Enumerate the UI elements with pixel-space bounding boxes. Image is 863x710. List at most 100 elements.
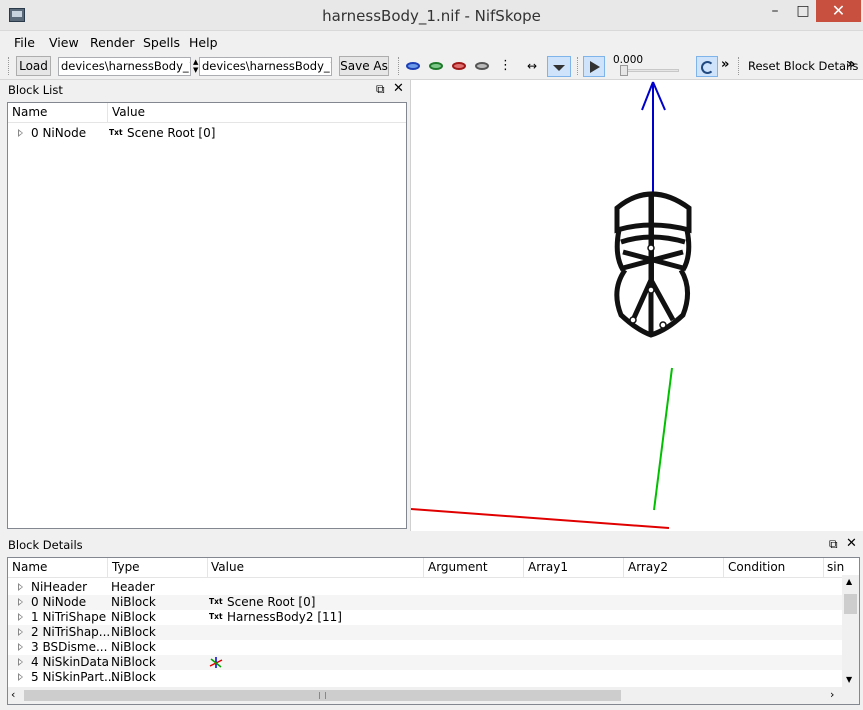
column-header[interactable]: Argument xyxy=(428,560,488,574)
view-blue-eye-icon[interactable] xyxy=(406,62,420,70)
close-panel-icon[interactable]: ✕ xyxy=(393,81,404,96)
toolbar: Load devices\harnessBody_1.nif ▲▼ device… xyxy=(0,53,863,80)
harness-model xyxy=(614,191,692,338)
close-panel-icon[interactable]: ✕ xyxy=(846,536,857,551)
menu-help[interactable]: Help xyxy=(189,35,218,50)
walk-icon[interactable]: ⋮ xyxy=(499,58,517,74)
block-list-tree[interactable]: Name Value 0 NiNode Txt Scene Root [0] xyxy=(7,102,407,529)
menu-bar: File View Render Spells Help xyxy=(0,32,863,52)
column-header[interactable]: Type xyxy=(112,560,140,574)
scroll-left-icon[interactable]: ‹ xyxy=(11,688,15,701)
expand-arrow-icon[interactable] xyxy=(18,129,23,137)
txt-tag-icon: Txt xyxy=(209,597,223,606)
save-path-field[interactable]: devices\harnessBody_1.nif xyxy=(199,57,332,76)
block-list-title: Block List xyxy=(8,83,63,97)
tree-row[interactable]: 0 NiNode Txt Scene Root [0] xyxy=(8,126,406,141)
expand-arrow-icon[interactable] xyxy=(18,598,23,606)
x-axis xyxy=(410,508,670,529)
menu-view[interactable]: View xyxy=(49,35,79,50)
axes-icon xyxy=(209,657,223,668)
row-name: 0 NiNode xyxy=(31,595,87,609)
dropdown-icon[interactable] xyxy=(547,56,571,77)
row-value: Scene Root [0] xyxy=(227,595,316,609)
menu-file[interactable]: File xyxy=(14,35,35,50)
time-value: 0.000 xyxy=(613,54,644,66)
block-details-tree[interactable]: Name Type Value Argument Array1 Array2 C… xyxy=(7,557,860,705)
table-row[interactable]: 3 BSDisme... NiBlock xyxy=(8,640,842,655)
menu-spells[interactable]: Spells xyxy=(143,35,180,50)
column-header[interactable]: Condition xyxy=(728,560,785,574)
view-gray-eye-icon[interactable] xyxy=(475,62,489,70)
column-header[interactable]: Value xyxy=(112,105,145,119)
table-row[interactable]: 2 NiTriShap... NiBlock xyxy=(8,625,842,640)
y-axis xyxy=(653,367,673,511)
undock-icon[interactable]: ⧉ xyxy=(376,82,385,97)
table-row[interactable]: 4 NiSkinData NiBlock xyxy=(8,655,842,670)
vertical-scrollbar[interactable]: ▲ ▼ xyxy=(842,575,859,687)
animation-slider-handle[interactable] xyxy=(620,65,628,76)
column-header[interactable]: Value xyxy=(211,560,244,574)
row-type: NiBlock xyxy=(111,610,156,624)
horizontal-scroll-thumb[interactable] xyxy=(24,690,621,701)
toolbar-grip[interactable] xyxy=(398,57,401,75)
window-title: harnessBody_1.nif - NifSkope xyxy=(322,7,541,25)
view-red-eye-icon[interactable] xyxy=(452,62,466,70)
table-row[interactable]: 1 NiTriShape NiBlock Txt HarnessBody2 [1… xyxy=(8,610,842,625)
block-details-title: Block Details xyxy=(8,538,83,552)
toolbar-grip[interactable] xyxy=(8,57,11,75)
minimize-button[interactable]: – xyxy=(762,0,788,22)
expand-arrow-icon[interactable] xyxy=(18,643,23,651)
expand-arrow-icon[interactable] xyxy=(18,583,23,591)
column-header[interactable]: Array1 xyxy=(528,560,568,574)
vertical-scroll-thumb[interactable] xyxy=(844,594,857,614)
column-header[interactable]: sin xyxy=(827,560,844,574)
toolbar-overflow-icon[interactable]: » xyxy=(847,57,855,72)
animation-slider[interactable] xyxy=(621,69,679,72)
expand-arrow-icon[interactable] xyxy=(18,628,23,636)
row-type: NiBlock xyxy=(111,625,156,639)
table-row[interactable]: 0 NiNode NiBlock Txt Scene Root [0] xyxy=(8,595,842,610)
toolbar-grip[interactable] xyxy=(577,57,580,75)
scroll-down-icon[interactable]: ▼ xyxy=(846,675,852,684)
scroll-up-icon[interactable]: ▲ xyxy=(846,577,852,586)
scene-canvas xyxy=(410,81,692,529)
expand-arrow-icon[interactable] xyxy=(18,673,23,681)
row-type: Header xyxy=(111,580,155,594)
horizontal-scrollbar[interactable]: ‹ › xyxy=(8,687,859,704)
row-name: 5 NiSkinPart... xyxy=(31,670,116,684)
save-as-button[interactable]: Save As xyxy=(339,56,389,76)
view-green-eye-icon[interactable] xyxy=(429,62,443,70)
row-name: NiHeader xyxy=(31,580,88,594)
menu-render[interactable]: Render xyxy=(90,35,135,50)
row-name: 2 NiTriShap... xyxy=(31,625,111,639)
z-axis-arrowhead xyxy=(641,81,654,111)
play-icon[interactable] xyxy=(583,56,605,77)
table-row[interactable]: 5 NiSkinPart... NiBlock xyxy=(8,670,842,685)
load-path-field[interactable]: devices\harnessBody_1.nif xyxy=(58,57,191,76)
load-button[interactable]: Load xyxy=(16,56,51,76)
close-button[interactable]: ✕ xyxy=(816,0,861,22)
block-name: 0 NiNode xyxy=(31,126,87,140)
snap-icon[interactable]: ↔ xyxy=(527,58,545,74)
render-viewport[interactable] xyxy=(410,80,863,531)
undock-icon[interactable]: ⧉ xyxy=(829,537,838,552)
row-type: NiBlock xyxy=(111,640,156,654)
row-type: NiBlock xyxy=(111,655,156,669)
block-details-header: Name Type Value Argument Array1 Array2 C… xyxy=(8,558,859,578)
toolbar-grip[interactable] xyxy=(738,57,741,75)
maximize-button[interactable]: □ xyxy=(790,0,816,22)
expand-arrow-icon[interactable] xyxy=(18,613,23,621)
reset-block-details-button[interactable]: Reset Block Details xyxy=(748,59,858,73)
scroll-right-icon[interactable]: › xyxy=(830,688,834,701)
table-row[interactable]: NiHeader Header xyxy=(8,580,842,595)
expand-arrow-icon[interactable] xyxy=(18,658,23,666)
column-header[interactable]: Array2 xyxy=(628,560,668,574)
row-name: 1 NiTriShape xyxy=(31,610,107,624)
column-header[interactable]: Name xyxy=(12,560,47,574)
loop-icon[interactable] xyxy=(696,56,718,77)
toolbar-overflow-icon[interactable]: » xyxy=(721,57,729,72)
row-type: NiBlock xyxy=(111,595,156,609)
title-bar: harnessBody_1.nif - NifSkope – □ ✕ xyxy=(0,0,863,31)
path-spinner-icon[interactable]: ▲ ▼ xyxy=(193,58,198,74)
column-header[interactable]: Name xyxy=(12,105,47,119)
